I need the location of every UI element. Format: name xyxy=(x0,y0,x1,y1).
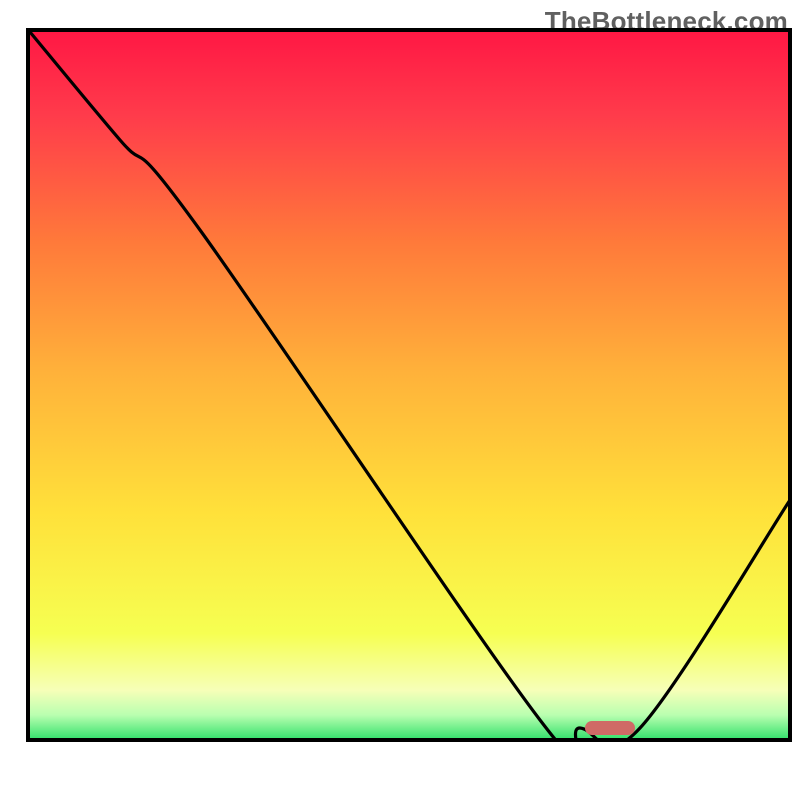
gradient-background xyxy=(28,30,790,740)
chart-svg xyxy=(0,0,800,800)
optimal-marker xyxy=(585,721,635,735)
chart-canvas: TheBottleneck.com xyxy=(0,0,800,800)
